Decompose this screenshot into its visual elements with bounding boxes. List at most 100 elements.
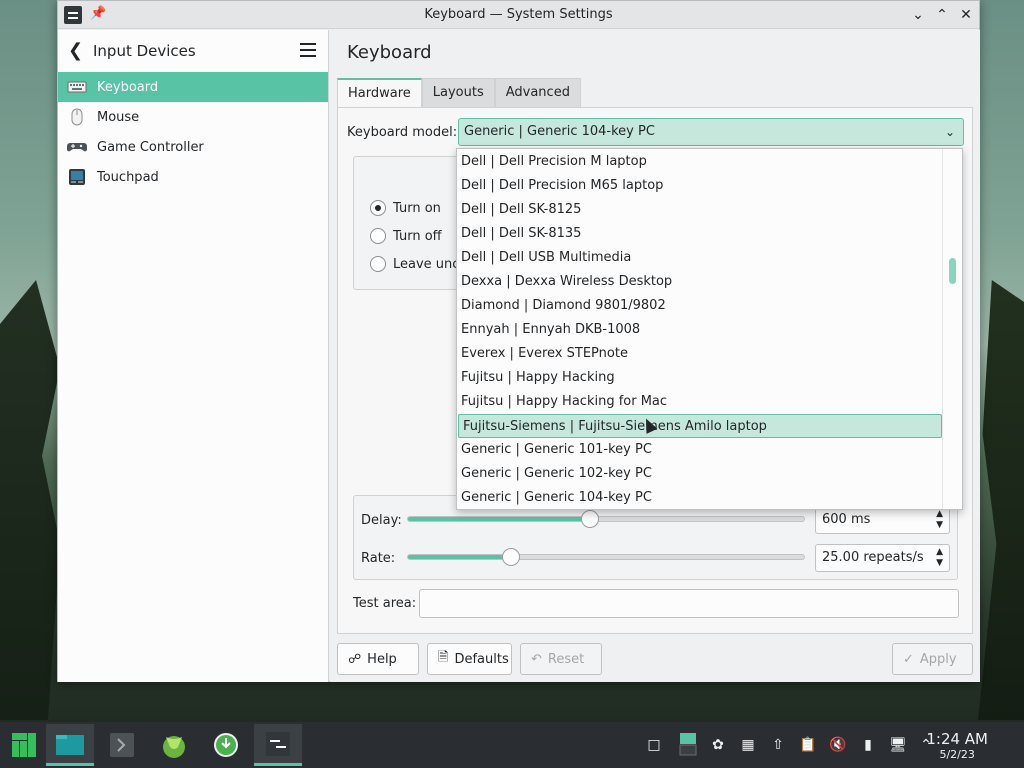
dropdown-item[interactable]: Generic | Generic 102-key PC [457,462,943,486]
back-arrow-icon[interactable]: ❮ [68,40,83,61]
hamburger-menu-icon[interactable] [300,43,316,57]
apply-button-label: Apply [919,651,957,667]
clock-date: 5/2/23 [939,748,975,761]
spin-arrows-icon[interactable]: ▲ ▼ [936,547,943,569]
sidebar-item-label: Game Controller [97,139,204,155]
lifebuoy-icon: ☍ [348,651,362,667]
dropdown-item[interactable]: Everex | Everex STEPnote [457,342,943,366]
help-button[interactable]: ☍ Help [337,643,419,675]
delay-spinbox[interactable]: 600 ms ▲ ▼ [815,506,950,534]
minimize-button[interactable]: ⌄ [908,5,928,25]
spin-arrows-icon[interactable]: ▲ ▼ [936,509,943,531]
dropdown-item[interactable]: Fujitsu | Happy Hacking [457,366,943,390]
radio-label: Turn on [393,200,441,216]
tab-bar: Hardware Layouts Advanced [337,78,581,108]
page-title: Keyboard [347,42,432,63]
numlock-turn-on-radio[interactable]: Turn on [370,200,441,216]
title-bar[interactable]: 📌 Keyboard — System Settings ⌄ ⌃ ✕ [58,1,979,29]
pin-icon[interactable]: 📌 [90,6,106,21]
desktop-wallpaper-left [0,280,60,720]
dropdown-item[interactable]: Dell | Dell SK-8125 [457,198,943,222]
checkmark-icon: ✓ [903,651,914,667]
dropdown-scrollbar-thumb[interactable] [949,258,956,284]
radio-indicator [370,228,386,244]
keyboard-model-dropdown-list[interactable]: Dell | Dell Precision M laptop Dell | Del… [456,148,963,510]
rate-slider[interactable] [407,548,805,566]
defaults-button-label: Defaults [454,651,509,667]
delay-value: 600 ms [822,512,871,527]
delay-slider-handle[interactable] [581,510,599,528]
touchpad-icon [67,168,87,186]
numlock-turn-off-radio[interactable]: Turn off [370,228,442,244]
sidebar-title: Input Devices [93,42,196,60]
dropdown-item[interactable]: Dexxa | Dexxa Wireless Desktop [457,270,943,294]
network-wired-icon[interactable]: 🖥 [889,736,907,754]
delay-slider-fill [408,517,590,521]
tab-advanced[interactable]: Advanced [494,78,581,108]
taskbar-app-green[interactable] [150,724,198,766]
update-arrow-icon[interactable]: ⇧ [769,736,787,754]
reset-button-label: Reset [547,651,585,667]
dropdown-item[interactable]: Fujitsu-Siemens | Fujitsu-Siemens Amilo … [458,414,942,438]
radio-label: Turn off [393,228,442,244]
taskbar-file-manager[interactable] [46,724,94,766]
sidebar-item-keyboard[interactable]: Keyboard [58,72,328,102]
dropdown-item[interactable]: Dell | Dell Precision M65 laptop [457,174,943,198]
dropdown-item[interactable]: Diamond | Diamond 9801/9802 [457,294,943,318]
taskbar-software-updater[interactable] [202,724,250,766]
chevron-down-icon: ⌄ [944,125,955,139]
maximize-button[interactable]: ⌃ [932,5,952,25]
kde-connect-icon[interactable]: ✿ [709,736,727,754]
mouse-icon [67,108,87,126]
keyboard-model-value: Generic | Generic 104-key PC [464,124,655,139]
dropdown-item[interactable]: Generic | Generic 104-key PC [457,486,943,509]
dropdown-item[interactable]: Dell | Dell USB Multimedia [457,246,943,270]
close-button[interactable]: ✕ [956,5,976,25]
radio-indicator [370,200,386,216]
tab-layouts[interactable]: Layouts [421,78,495,108]
tab-hardware[interactable]: Hardware [337,78,422,108]
application-launcher-button[interactable] [0,724,48,766]
rate-value: 25.00 repeats/s [822,550,924,565]
system-settings-app-icon[interactable] [64,6,82,24]
keyboard-model-combobox[interactable]: Generic | Generic 104-key PC ⌄ [458,118,964,146]
sidebar-item-touchpad[interactable]: Touchpad [58,162,328,192]
sidebar-header: ❮ Input Devices [58,30,328,72]
virtual-desktop-pager-icon[interactable] [679,732,697,756]
taskbar-system-settings[interactable] [254,724,302,766]
sidebar-item-label: Keyboard [97,79,159,95]
undo-icon: ↶ [531,651,542,667]
digital-clock[interactable]: 1:24 AM 5/2/23 [926,730,988,761]
delay-slider[interactable] [407,510,805,528]
dropdown-scrollbar[interactable] [942,149,962,509]
input-method-icon[interactable]: ▦ [739,736,757,754]
manjaro-logo-icon [12,733,36,757]
window-title: Keyboard — System Settings [424,7,613,22]
sidebar-item-mouse[interactable]: Mouse [58,102,328,132]
battery-icon[interactable]: ▮ [859,736,877,754]
rate-slider-fill [408,555,511,559]
dropdown-item[interactable]: Ennyah | Ennyah DKB-1008 [457,318,943,342]
clock-time: 1:24 AM [926,730,988,748]
show-desktop-icon[interactable]: □ [645,736,663,754]
reset-button[interactable]: ↶ Reset [520,643,602,675]
test-area-input[interactable] [419,589,959,618]
app-green-icon [163,736,185,758]
apply-button[interactable]: ✓ Apply [892,643,973,675]
taskbar-terminal[interactable] [98,724,146,766]
clipboard-icon[interactable]: 📋 [799,736,817,754]
numlock-leave-unchanged-radio[interactable]: Leave unch [370,256,468,272]
sidebar-item-game-controller[interactable]: Game Controller [58,132,328,162]
dropdown-item[interactable]: Dell | Dell SK-8135 [457,222,943,246]
sidebar-item-label: Touchpad [97,169,159,185]
defaults-button[interactable]: 🗎 Defaults [427,643,512,675]
desktop-wallpaper-right [978,280,1024,720]
dropdown-item[interactable]: Fujitsu | Happy Hacking for Mac [457,390,943,414]
dropdown-item[interactable]: Generic | Generic 101-key PC [457,438,943,462]
rate-label: Rate: [361,551,396,566]
rate-spinbox[interactable]: 25.00 repeats/s ▲ ▼ [815,544,950,572]
keyboard-icon [67,78,87,96]
rate-slider-handle[interactable] [502,548,520,566]
dropdown-item[interactable]: Dell | Dell Precision M laptop [457,150,943,174]
volume-muted-icon[interactable]: 🔇 [829,736,847,754]
